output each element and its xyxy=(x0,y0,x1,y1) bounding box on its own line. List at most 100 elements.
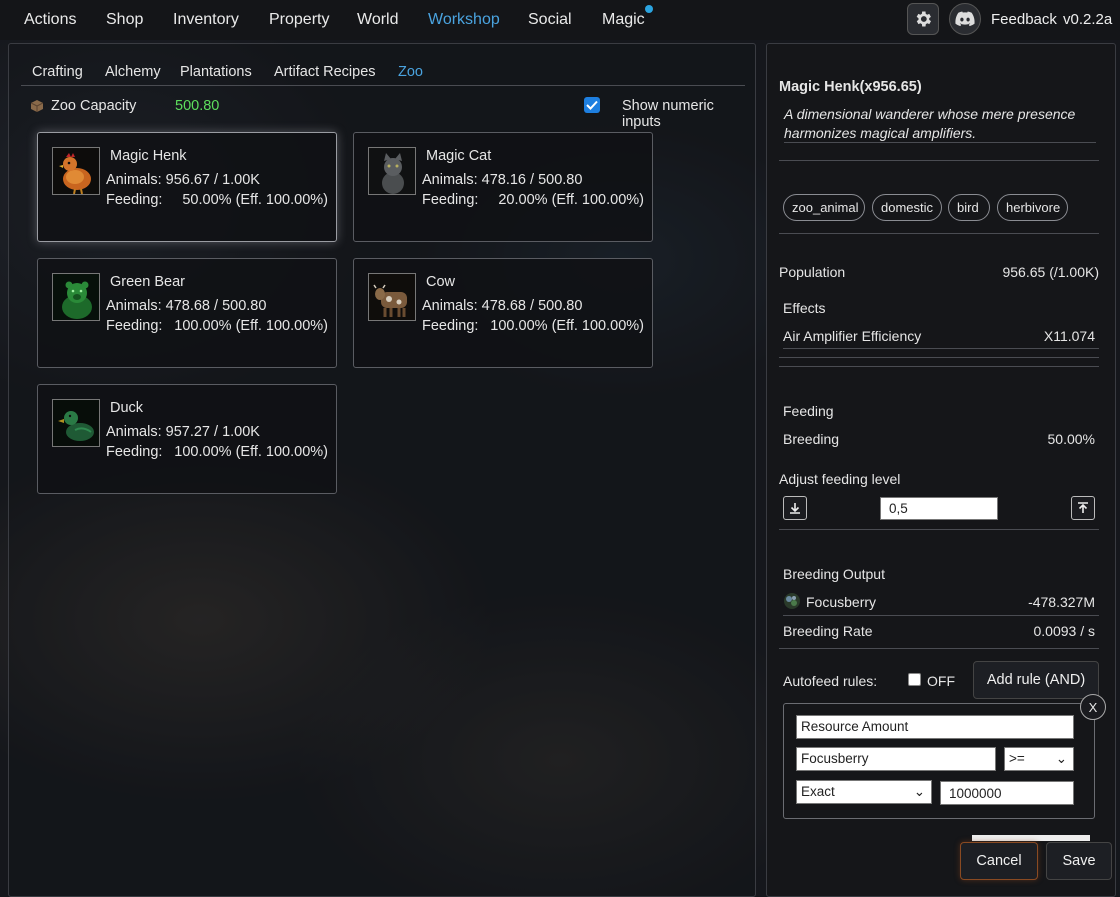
animal-name: Green Bear xyxy=(110,274,185,290)
tab-crafting[interactable]: Crafting xyxy=(32,64,83,80)
feeding-min-button[interactable] xyxy=(783,496,807,520)
arrow-down-to-line-icon xyxy=(790,503,800,514)
animal-card-magic-cat[interactable]: Magic Cat Animals: 478.16 / 500.80 Feedi… xyxy=(353,132,653,242)
feeding-value: 50.00% (Eff. 100.00%) xyxy=(182,192,328,208)
breeding-label: Breeding xyxy=(783,431,840,447)
divider xyxy=(783,615,1099,616)
feeding-label: Feeding: xyxy=(106,444,163,460)
notification-dot xyxy=(645,5,653,13)
animal-count: Animals: 478.68 / 500.80 xyxy=(422,298,583,314)
breeding-rate-label: Breeding Rate xyxy=(783,623,873,639)
nav-property[interactable]: Property xyxy=(269,11,329,29)
show-numeric-label: Show numeric inputs xyxy=(622,98,714,130)
effect-name: Air Amplifier Efficiency xyxy=(783,328,922,344)
discord-icon xyxy=(955,11,975,27)
cancel-button[interactable]: Cancel xyxy=(960,842,1038,880)
cat-icon xyxy=(368,147,416,195)
version-label: v0.2.2a xyxy=(1063,11,1113,28)
effects-label: Effects xyxy=(783,300,826,316)
tag-zoo-animal: zoo_animal xyxy=(783,194,865,221)
rule-resource-select[interactable]: Focusberry xyxy=(796,747,996,771)
divider xyxy=(779,357,1099,358)
zoo-capacity-label: Zoo Capacity xyxy=(51,98,137,114)
rule-type-value: Resource Amount xyxy=(801,719,909,734)
tab-alchemy[interactable]: Alchemy xyxy=(105,64,161,80)
bear-icon xyxy=(52,273,100,321)
top-nav-bar: Actions Shop Inventory Property World Wo… xyxy=(0,0,1120,40)
animal-name: Magic Henk xyxy=(110,148,187,164)
animal-count: Animals: 478.68 / 500.80 xyxy=(106,298,267,314)
population-label: Population xyxy=(779,264,846,280)
divider xyxy=(779,233,1099,234)
chicken-icon xyxy=(52,147,100,195)
animal-card-cow[interactable]: Cow Animals: 478.68 / 500.80 Feeding: 10… xyxy=(353,258,653,368)
arrow-up-to-line-icon xyxy=(1078,502,1088,513)
divider xyxy=(779,160,1099,161)
remove-rule-button[interactable]: X xyxy=(1080,694,1106,720)
animal-count: Animals: 957.27 / 1.00K xyxy=(106,424,260,440)
feeding-value: 100.00% (Eff. 100.00%) xyxy=(174,444,328,460)
feeding-value: 100.00% (Eff. 100.00%) xyxy=(490,318,644,334)
animal-card-magic-henk[interactable]: Magic Henk Animals: 956.67 / 1.00K Feedi… xyxy=(37,132,337,242)
autofeed-label: Autofeed rules: xyxy=(783,673,878,689)
breeding-value: 50.00% xyxy=(1047,431,1095,447)
tab-zoo[interactable]: Zoo xyxy=(398,64,423,80)
nav-social[interactable]: Social xyxy=(528,11,572,29)
feeding-label: Feeding: xyxy=(422,192,479,208)
divider xyxy=(783,348,1099,349)
breeding-output-label: Breeding Output xyxy=(783,566,885,582)
divider xyxy=(779,648,1099,649)
autofeed-state: OFF xyxy=(927,673,955,689)
rule-type-select[interactable]: Resource Amount xyxy=(796,715,1074,739)
nav-actions[interactable]: Actions xyxy=(24,11,76,29)
nav-workshop[interactable]: Workshop xyxy=(428,11,500,29)
partial-select xyxy=(972,835,1090,841)
add-rule-button[interactable]: Add rule (AND) xyxy=(973,661,1099,699)
feedback-link[interactable]: Feedback xyxy=(991,11,1057,28)
feeding-value: 100.00% (Eff. 100.00%) xyxy=(174,318,328,334)
tab-plantations[interactable]: Plantations xyxy=(180,64,252,80)
rule-operator-select[interactable]: >= ⌄ xyxy=(1004,747,1074,771)
animal-card-green-bear[interactable]: Green Bear Animals: 478.68 / 500.80 Feed… xyxy=(37,258,337,368)
animal-count: Animals: 956.67 / 1.00K xyxy=(106,172,260,188)
rule-operator-value: >= xyxy=(1009,751,1025,766)
animal-detail-panel: Magic Henk(x956.65) A dimensional wander… xyxy=(766,43,1116,897)
tab-artifact-recipes[interactable]: Artifact Recipes xyxy=(274,64,376,80)
effect-value: X11.074 xyxy=(1043,328,1095,344)
crate-icon xyxy=(31,100,43,112)
gear-icon xyxy=(916,11,931,27)
duck-icon xyxy=(52,399,100,447)
breeding-rate-value: 0.0093 / s xyxy=(1033,623,1096,639)
nav-magic[interactable]: Magic xyxy=(602,11,645,29)
feeding-value: 20.00% (Eff. 100.00%) xyxy=(498,192,644,208)
nav-inventory[interactable]: Inventory xyxy=(173,11,239,29)
cow-icon xyxy=(368,273,416,321)
tag-domestic: domestic xyxy=(872,194,942,221)
nav-shop[interactable]: Shop xyxy=(106,11,143,29)
output-item: Focusberry xyxy=(806,594,877,610)
divider xyxy=(784,142,1096,143)
feeding-label: Feeding: xyxy=(106,318,163,334)
show-numeric-checkbox[interactable] xyxy=(584,97,600,113)
rule-amount-input[interactable] xyxy=(940,781,1074,805)
save-button[interactable]: Save xyxy=(1046,842,1112,880)
population-value: 956.65 (/1.00K) xyxy=(1002,264,1099,280)
workshop-subtabs: Crafting Alchemy Plantations Artifact Re… xyxy=(21,62,745,86)
discord-button[interactable] xyxy=(949,3,981,35)
feeding-label: Feeding: xyxy=(422,318,479,334)
nav-world[interactable]: World xyxy=(357,11,399,29)
detail-description: A dimensional wanderer whose mere presen… xyxy=(784,106,1076,141)
divider xyxy=(779,529,1099,530)
settings-button[interactable] xyxy=(907,3,939,35)
rule-mode-select[interactable]: Exact ⌄ xyxy=(796,780,932,804)
tag-bird: bird xyxy=(948,194,990,221)
detail-title: Magic Henk(x956.65) xyxy=(779,79,922,95)
zoo-capacity-value: 500.80 xyxy=(175,98,220,114)
rule-resource-value: Focusberry xyxy=(801,751,869,766)
feeding-level-input[interactable] xyxy=(880,497,998,520)
animal-name: Magic Cat xyxy=(426,148,492,164)
feeding-max-button[interactable] xyxy=(1071,496,1095,520)
animal-card-duck[interactable]: Duck Animals: 957.27 / 1.00K Feeding: 10… xyxy=(37,384,337,494)
chevron-down-icon: ⌄ xyxy=(913,784,925,799)
autofeed-checkbox[interactable] xyxy=(908,673,921,686)
